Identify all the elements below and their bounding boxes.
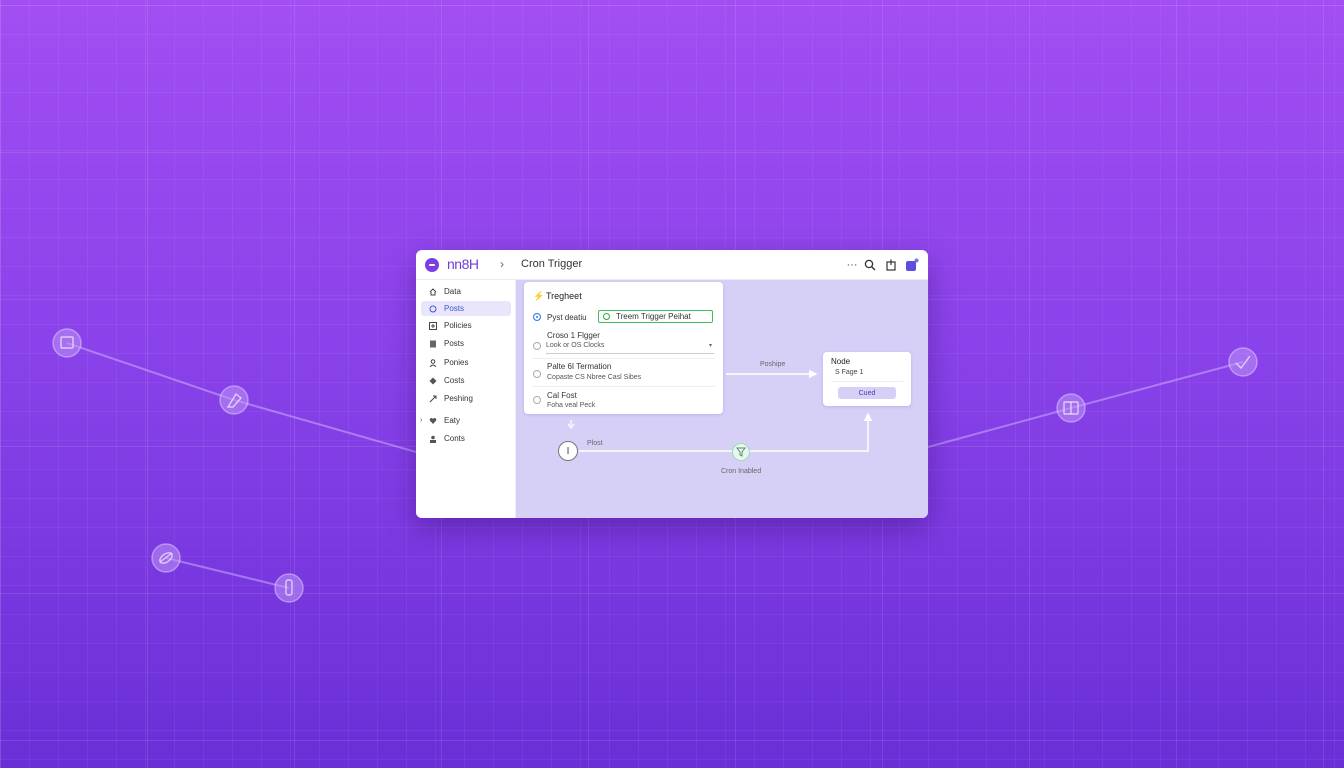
more-icon[interactable]: ··· (845, 258, 859, 272)
bg-node-grid (1056, 393, 1086, 423)
option-label-1: Pyst deatiu (547, 313, 587, 322)
bg-node-bar (274, 573, 304, 603)
sidebar-item-policies[interactable]: Policies (421, 318, 511, 333)
chevron-right-icon[interactable]: › (420, 417, 422, 424)
option-label-2: Croso 1 Flgger (547, 331, 600, 340)
option-sub-4: Foha veal Peck (547, 402, 596, 409)
sidebar-item-data[interactable]: Data (421, 284, 511, 299)
option-radio-3[interactable] (533, 370, 541, 378)
sidebar-item-eaty[interactable]: › Eaty (420, 413, 511, 428)
clock-select-value: Look or OS Clocks (546, 342, 605, 349)
option-sub-3: Copaste CS Nbree Casl Sibes (547, 374, 642, 381)
panel-title: Tregheet (546, 291, 582, 301)
node-action-button[interactable]: Cued (838, 387, 896, 399)
workflow-canvas[interactable]: ⚡ Tregheet Pyst deatiu Treem Trigger Pei… (516, 280, 928, 518)
sidebar-item-label: Data (444, 287, 461, 296)
workflow-title[interactable]: Cron Trigger (521, 258, 582, 270)
node-title: Node (831, 357, 851, 366)
sidebar: Data Posts Policies Posts Ponies Costs P… (416, 280, 516, 518)
trigger-panel: ⚡ Tregheet Pyst deatiu Treem Trigger Pei… (524, 282, 723, 414)
home-icon (429, 287, 437, 296)
app-window: nn8H › Cron Trigger ··· Data Posts Polic… (416, 250, 928, 518)
sidebar-item-label: Eaty (444, 416, 461, 425)
bg-node-link (151, 543, 181, 573)
user-icon (429, 358, 437, 367)
sidebar-item-peshing[interactable]: Peshing (421, 391, 511, 406)
sidebar-item-ponies[interactable]: Ponies (421, 355, 511, 370)
sidebar-item-posts-2[interactable]: Posts (421, 336, 511, 351)
start-node-label: Plost (587, 440, 603, 447)
sidebar-item-label: Conts (444, 434, 465, 443)
filter-icon (736, 447, 746, 457)
title-bar: nn8H › Cron Trigger ··· (416, 250, 928, 280)
divider (532, 386, 715, 387)
plus-square-icon (429, 321, 437, 330)
sidebar-item-costs[interactable]: Costs (421, 373, 511, 388)
clock-select[interactable]: Look or OS Clocks ▾ (546, 342, 714, 354)
sidebar-item-label: Posts (444, 304, 465, 313)
start-node[interactable]: I (558, 441, 578, 461)
link-icon (429, 395, 437, 403)
divider (831, 381, 903, 382)
search-icon[interactable] (863, 258, 877, 272)
sidebar-item-label: Ponies (444, 358, 469, 367)
sidebar-item-posts[interactable]: Posts (421, 301, 511, 316)
sidebar-item-conts[interactable]: Conts (421, 431, 511, 446)
heart-icon (429, 417, 437, 425)
divider (532, 358, 715, 359)
bg-node-calendar (52, 328, 82, 358)
chevron-down-icon: ▾ (708, 343, 712, 349)
option-radio-4[interactable] (533, 396, 541, 404)
circle-icon (429, 305, 437, 313)
filter-node-label: Cron Inabled (721, 468, 762, 475)
option-label-4: Cal Fost (547, 391, 577, 400)
brand-name: nn8H (447, 256, 479, 272)
node-card[interactable]: Node S Fage 1 Cued (823, 352, 911, 406)
notification-icon[interactable] (905, 258, 919, 272)
sidebar-item-label: Policies (444, 321, 472, 330)
bg-node-check (1228, 347, 1258, 377)
node-subtitle: S Fage 1 (835, 369, 864, 376)
option-label-3: Palte 6I Termation (547, 362, 612, 371)
connection-label: Poshipe (760, 361, 786, 368)
document-icon (429, 340, 437, 348)
trigger-name-input[interactable]: Treem Trigger Peihat (598, 310, 713, 323)
option-radio-2[interactable] (533, 342, 541, 350)
trigger-name-value: Treem Trigger Peihat (616, 312, 691, 321)
bg-node-edit (219, 385, 249, 415)
share-icon[interactable] (884, 258, 898, 272)
lightning-icon: ⚡ (533, 291, 545, 301)
filter-node[interactable] (732, 443, 750, 461)
breadcrumb-separator: › (500, 257, 504, 271)
sidebar-item-label: Posts (444, 339, 465, 348)
logo-icon[interactable] (425, 258, 439, 272)
sidebar-item-label: Costs (444, 376, 465, 385)
sidebar-item-label: Peshing (444, 394, 473, 403)
status-dot-icon (603, 313, 610, 320)
diamond-icon (429, 377, 437, 385)
option-radio-1[interactable] (533, 313, 541, 321)
contacts-icon (429, 435, 437, 443)
